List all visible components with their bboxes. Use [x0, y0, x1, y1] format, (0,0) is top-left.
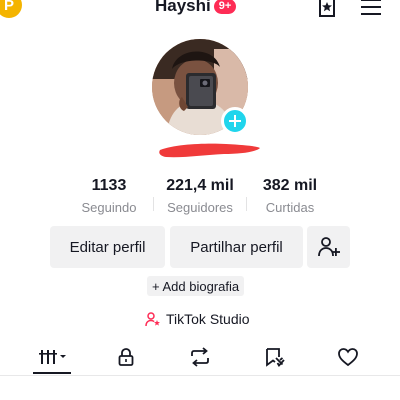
redaction-mark: [159, 143, 260, 158]
add-friend-button[interactable]: [307, 226, 350, 268]
edit-profile-button[interactable]: Editar perfil: [50, 226, 165, 268]
share-profile-button[interactable]: Partilhar perfil: [170, 226, 303, 268]
notification-badge: 9+: [213, 0, 237, 14]
tab-videos[interactable]: [31, 344, 75, 370]
lock-icon: [118, 348, 134, 366]
menu-icon[interactable]: [358, 0, 384, 18]
tab-private[interactable]: [104, 344, 148, 370]
username: Hayshi: [155, 0, 211, 15]
tab-favorites[interactable]: [253, 344, 297, 370]
add-user-icon: [317, 237, 340, 257]
grid-sort-icon: [39, 350, 66, 364]
tab-reposts[interactable]: [178, 344, 222, 370]
add-bio-button[interactable]: + Add biografia: [147, 276, 245, 296]
tabs-divider: [0, 375, 400, 376]
heart-icon: [338, 348, 358, 367]
bookmark-star-icon[interactable]: [315, 0, 339, 18]
repost-icon: [191, 347, 209, 367]
favorites-icon: [266, 348, 285, 367]
stat-likes[interactable]: 382 mil Curtidas: [235, 176, 345, 217]
tiktok-studio-link[interactable]: TikTok Studio: [145, 309, 250, 329]
tiktok-studio-label: TikTok Studio: [166, 311, 250, 327]
tab-liked[interactable]: [326, 344, 370, 370]
active-tab-indicator: [33, 372, 71, 374]
studio-person-icon: [145, 312, 160, 327]
stat-value: 382 mil: [262, 177, 318, 194]
add-avatar-button[interactable]: [221, 107, 249, 135]
username-header[interactable]: Hayshi 9+: [155, 0, 237, 16]
coin-icon[interactable]: P: [0, 0, 22, 18]
plus-icon: [229, 115, 241, 127]
stat-label: Curtidas: [265, 200, 315, 215]
